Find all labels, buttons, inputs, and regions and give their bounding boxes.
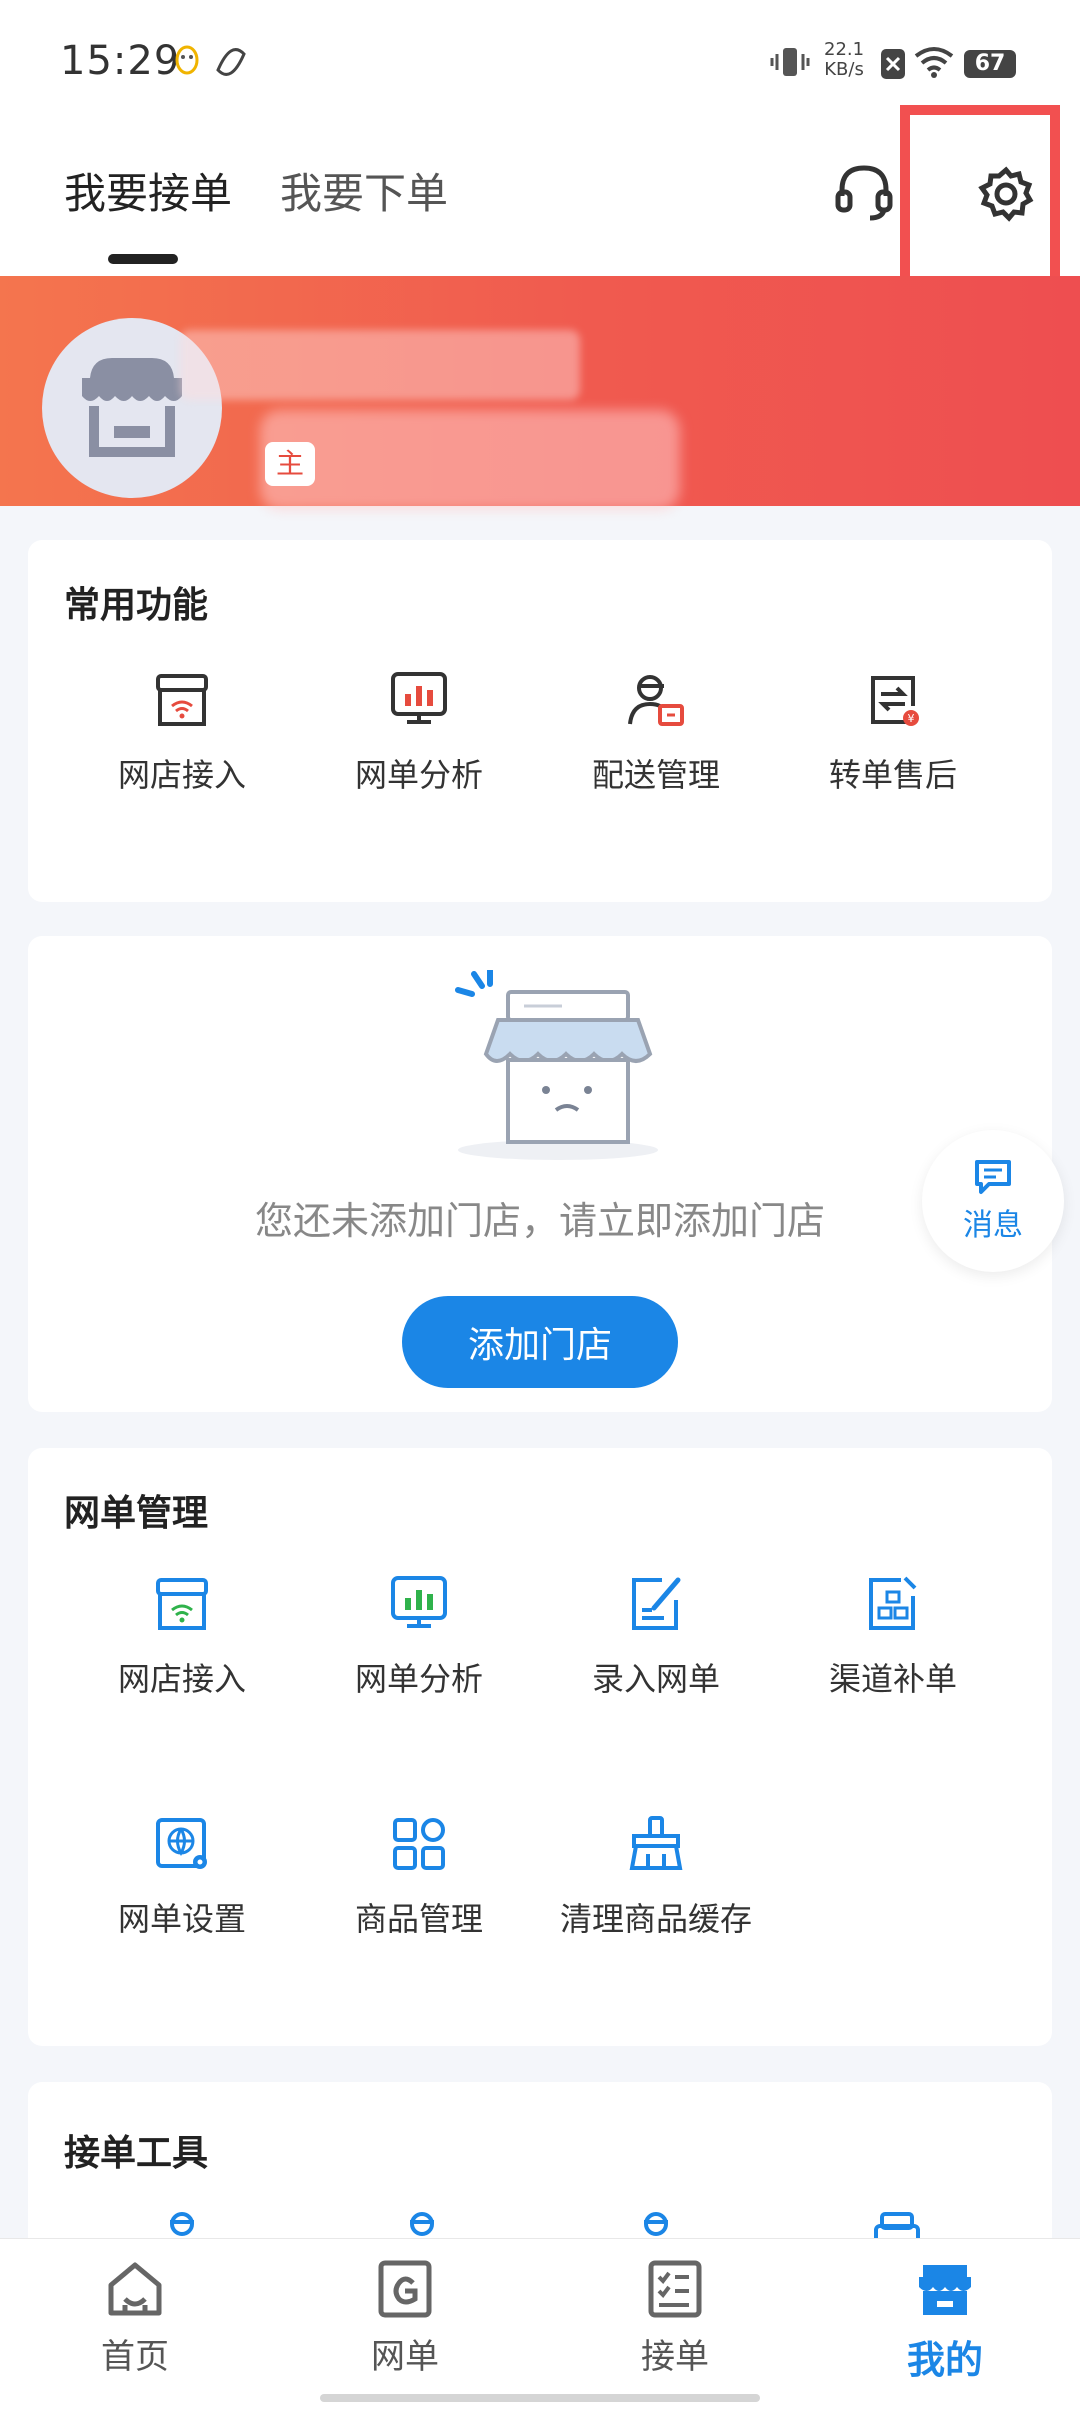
status-bar: 15:29 22.1 KB/s 67 bbox=[0, 0, 1080, 120]
courier-icon bbox=[628, 675, 684, 726]
message-label: 消息 bbox=[963, 1208, 1023, 1243]
order-icon bbox=[378, 2260, 432, 2318]
vibrate-icon bbox=[770, 44, 810, 84]
headset-icon[interactable] bbox=[832, 160, 896, 228]
common-functions-card: 常用功能 网店接入 网单分析 配送管理 ¥ 转单售后 bbox=[28, 540, 1052, 902]
svg-text:¥: ¥ bbox=[908, 712, 915, 725]
common-functions-title: 常用功能 bbox=[64, 585, 209, 626]
grid-label: 渠道补单 bbox=[828, 1660, 957, 1698]
grid-label: 网店接入 bbox=[117, 756, 246, 794]
globe-settings-icon bbox=[156, 1818, 207, 1869]
nav-item-orders[interactable]: 网单 bbox=[270, 2257, 540, 2378]
qq-icon bbox=[172, 44, 202, 84]
add-store-button[interactable]: 添加门店 bbox=[402, 1296, 678, 1388]
grid-label: 网单设置 bbox=[117, 1900, 246, 1938]
nav-label: 首页 bbox=[101, 2337, 169, 2377]
channel-doc-icon bbox=[869, 1576, 917, 1630]
status-time: 15:29 bbox=[60, 38, 181, 84]
nav-label: 网单 bbox=[371, 2337, 439, 2377]
home-icon bbox=[108, 2262, 162, 2316]
edit-doc-icon bbox=[632, 1577, 681, 1630]
bottom-nav: 首页 网单 接单 我的 bbox=[0, 2238, 1080, 2409]
grid-label: 网店接入 bbox=[117, 1660, 246, 1698]
grid-label: 清理商品缓存 bbox=[559, 1900, 752, 1938]
tab-receive-orders[interactable]: 我要接单 bbox=[64, 160, 232, 221]
account-badge: 主 bbox=[265, 442, 315, 486]
chart-monitor-icon bbox=[391, 672, 447, 724]
nav-label: 我的 bbox=[906, 2338, 983, 2382]
wifi-icon bbox=[914, 46, 954, 82]
grid-item-transfer-aftersales[interactable]: ¥ 转单售后 bbox=[778, 660, 1008, 796]
empty-store-illustration bbox=[438, 967, 678, 1174]
grid-item-order-analysis[interactable]: 网单分析 bbox=[304, 660, 534, 796]
nav-item-receive[interactable]: 接单 bbox=[540, 2257, 810, 2378]
store-wifi-icon bbox=[156, 1578, 208, 1630]
grid-item-enter-order[interactable]: 录入网单 bbox=[541, 1564, 771, 1700]
app-notification-icon bbox=[214, 46, 248, 82]
active-tab-indicator bbox=[108, 254, 178, 264]
order-management-title: 网单管理 bbox=[64, 1493, 209, 1534]
nav-label: 接单 bbox=[641, 2337, 709, 2377]
broom-icon bbox=[629, 1816, 683, 1870]
empty-store-message: 您还未添加门店，请立即添加门店 bbox=[254, 1199, 825, 1243]
net-speed-value: 22.1 bbox=[824, 39, 865, 60]
receiving-tools-title: 接单工具 bbox=[64, 2133, 209, 2174]
net-speed-unit: KB/s bbox=[824, 59, 864, 80]
tab-place-orders[interactable]: 我要下单 bbox=[280, 160, 448, 221]
order-management-card: 网单管理 网店接入 网单分析 录入网单 渠道补单 网单设置 商品管理 清理商品缓… bbox=[28, 1448, 1052, 2046]
grid-item-delivery-management[interactable]: 配送管理 bbox=[541, 660, 771, 796]
transfer-icon: ¥ bbox=[871, 676, 919, 726]
grid-item-order-settings[interactable]: 网单设置 bbox=[67, 1804, 297, 1940]
battery-icon: 67 bbox=[964, 50, 1016, 78]
grid-item-clear-cache[interactable]: 清理商品缓存 bbox=[541, 1804, 771, 1940]
no-sim-icon bbox=[880, 48, 906, 84]
grid-label: 转单售后 bbox=[828, 756, 957, 794]
chat-icon bbox=[975, 1160, 1011, 1194]
checklist-icon bbox=[648, 2260, 702, 2318]
home-indicator[interactable] bbox=[320, 2394, 760, 2402]
battery-level: 67 bbox=[974, 51, 1006, 76]
blurred-username bbox=[180, 330, 580, 400]
grid-label: 配送管理 bbox=[591, 756, 720, 794]
grid-item-store-access[interactable]: 网店接入 bbox=[67, 1564, 297, 1700]
grid-item-store-access[interactable]: 网店接入 bbox=[67, 660, 297, 796]
grid-label: 网单分析 bbox=[354, 1660, 483, 1698]
nav-item-home[interactable]: 首页 bbox=[0, 2257, 270, 2378]
grid-label: 网单分析 bbox=[354, 756, 483, 794]
grid-item-channel-supplement[interactable]: 渠道补单 bbox=[778, 1564, 1008, 1700]
blurred-details bbox=[260, 410, 680, 510]
grid-label: 录入网单 bbox=[591, 1660, 720, 1698]
store-icon bbox=[919, 2265, 971, 2315]
grid-item-order-analysis[interactable]: 网单分析 bbox=[304, 1564, 534, 1700]
grid-label: 商品管理 bbox=[354, 1900, 483, 1938]
floating-message-button[interactable]: 消息 bbox=[922, 1130, 1064, 1272]
store-wifi-icon bbox=[156, 674, 208, 726]
nav-item-mine[interactable]: 我的 bbox=[810, 2257, 1080, 2384]
grid-item-product-management[interactable]: 商品管理 bbox=[304, 1804, 534, 1940]
chart-monitor-icon bbox=[391, 1576, 447, 1628]
grid-apps-icon bbox=[393, 1818, 445, 1870]
